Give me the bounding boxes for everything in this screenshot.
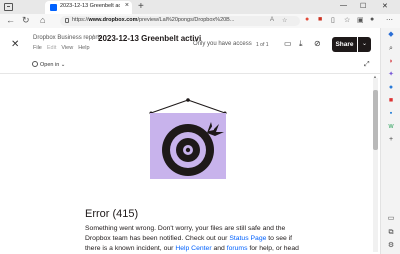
tools-icon[interactable]: ✦	[386, 70, 396, 80]
outlook-icon[interactable]: ▪	[386, 109, 396, 119]
url-text: https://www.dropbox.com/preview/Lal%20po…	[72, 17, 235, 23]
new-tab-button[interactable]: +	[138, 1, 144, 12]
copilot-icon[interactable]: ◆	[386, 30, 396, 40]
refresh-icon[interactable]: ↻	[22, 15, 30, 26]
read-aloud-icon[interactable]: A	[270, 17, 274, 23]
hanging-string-left	[150, 99, 189, 114]
share-dropdown-chevron-icon[interactable]: ⌄	[358, 37, 371, 52]
help-center-link[interactable]: Help Center	[175, 245, 211, 252]
menu-view[interactable]: View	[61, 45, 73, 51]
forums-link[interactable]: forums	[227, 245, 248, 252]
open-in-icon	[32, 61, 38, 67]
link-icon[interactable]: ⊘	[314, 39, 321, 48]
minimize-button[interactable]: —	[340, 2, 347, 9]
comment-icon[interactable]: ▭	[284, 39, 292, 48]
access-status[interactable]: Only you have access	[193, 41, 252, 47]
dropbox-favicon-icon	[50, 4, 57, 11]
error-target-illustration	[149, 98, 227, 179]
file-menu-bar: File Edit View Help	[33, 45, 95, 51]
edge-sidebar: ◆ ⌕ ◗ ✦ ● ■ ▪ w + ▭ ⧉ ⚙	[380, 28, 400, 254]
extension-icon[interactable]: ●	[305, 16, 309, 23]
url-field[interactable]: https://www.dropbox.com/preview/Lal%20po…	[60, 16, 300, 26]
breadcrumb-separator: /	[92, 35, 94, 42]
browser-tab-bar: 2023-12-13 Greenbelt activity rep × + — …	[0, 0, 400, 14]
sidebar-layout-icon[interactable]: ▭	[386, 214, 396, 224]
shopping-tag-icon[interactable]: ◗	[386, 57, 396, 67]
page-counter: 1 of 1	[256, 42, 269, 48]
hanging-nail	[186, 98, 190, 102]
split-screen-icon[interactable]: ▯	[331, 16, 335, 24]
more-menu-icon[interactable]: ⋯	[386, 16, 393, 24]
share-button[interactable]: Share	[332, 37, 357, 52]
collections-icon[interactable]: ▣	[357, 16, 364, 24]
open-in-button[interactable]: Open in ⌄	[40, 62, 65, 68]
favorite-star-icon[interactable]: ☆	[282, 17, 287, 24]
maximize-button[interactable]: ☐	[360, 2, 366, 10]
tab-actions-icon[interactable]	[4, 3, 13, 11]
shield-extension-icon[interactable]: ■	[318, 16, 322, 23]
window-close-button[interactable]: ✕	[382, 2, 388, 10]
menu-file[interactable]: File	[33, 45, 42, 51]
profile-icon[interactable]: ●	[370, 16, 374, 23]
browser-tab[interactable]: 2023-12-13 Greenbelt activity rep ×	[45, 1, 132, 14]
add-sidebar-app-icon[interactable]: +	[386, 135, 396, 145]
address-bar-row: ← ↻ ⌂ https://www.dropbox.com/preview/La…	[0, 14, 400, 28]
search-icon[interactable]: ⌕	[386, 44, 396, 54]
file-title[interactable]: 2023-12-13 Greenbelt activi	[98, 34, 201, 43]
menu-edit[interactable]: Edit	[47, 45, 56, 51]
open-in-window-icon[interactable]: ⧉	[386, 228, 396, 238]
sidebar-settings-gear-icon[interactable]: ⚙	[386, 241, 396, 251]
office-icon[interactable]: ■	[386, 96, 396, 106]
lock-icon[interactable]	[65, 18, 69, 23]
download-icon[interactable]: ⤓	[299, 39, 303, 49]
menu-help[interactable]: Help	[78, 45, 89, 51]
hanging-string-right	[187, 99, 226, 114]
favorites-icon[interactable]: ☆	[344, 16, 350, 24]
games-icon[interactable]: ●	[386, 83, 396, 93]
tab-close-icon[interactable]: ×	[125, 2, 129, 9]
fullscreen-expand-icon[interactable]: ⤢	[364, 61, 370, 69]
error-title: Error (415)	[85, 208, 139, 220]
close-preview-icon[interactable]: ✕	[11, 39, 19, 50]
error-message: Something went wrong. Don't worry, your …	[85, 225, 299, 252]
target-bullseye	[185, 147, 191, 153]
tab-title: 2023-12-13 Greenbelt activity rep	[60, 3, 120, 9]
drop-icon[interactable]: w	[386, 122, 396, 132]
scrollbar[interactable]	[373, 78, 378, 252]
back-arrow-icon[interactable]: ←	[6, 15, 15, 25]
home-icon[interactable]: ⌂	[40, 15, 45, 25]
status-page-link[interactable]: Status Page	[229, 235, 266, 242]
scrollbar-thumb[interactable]	[373, 90, 378, 150]
